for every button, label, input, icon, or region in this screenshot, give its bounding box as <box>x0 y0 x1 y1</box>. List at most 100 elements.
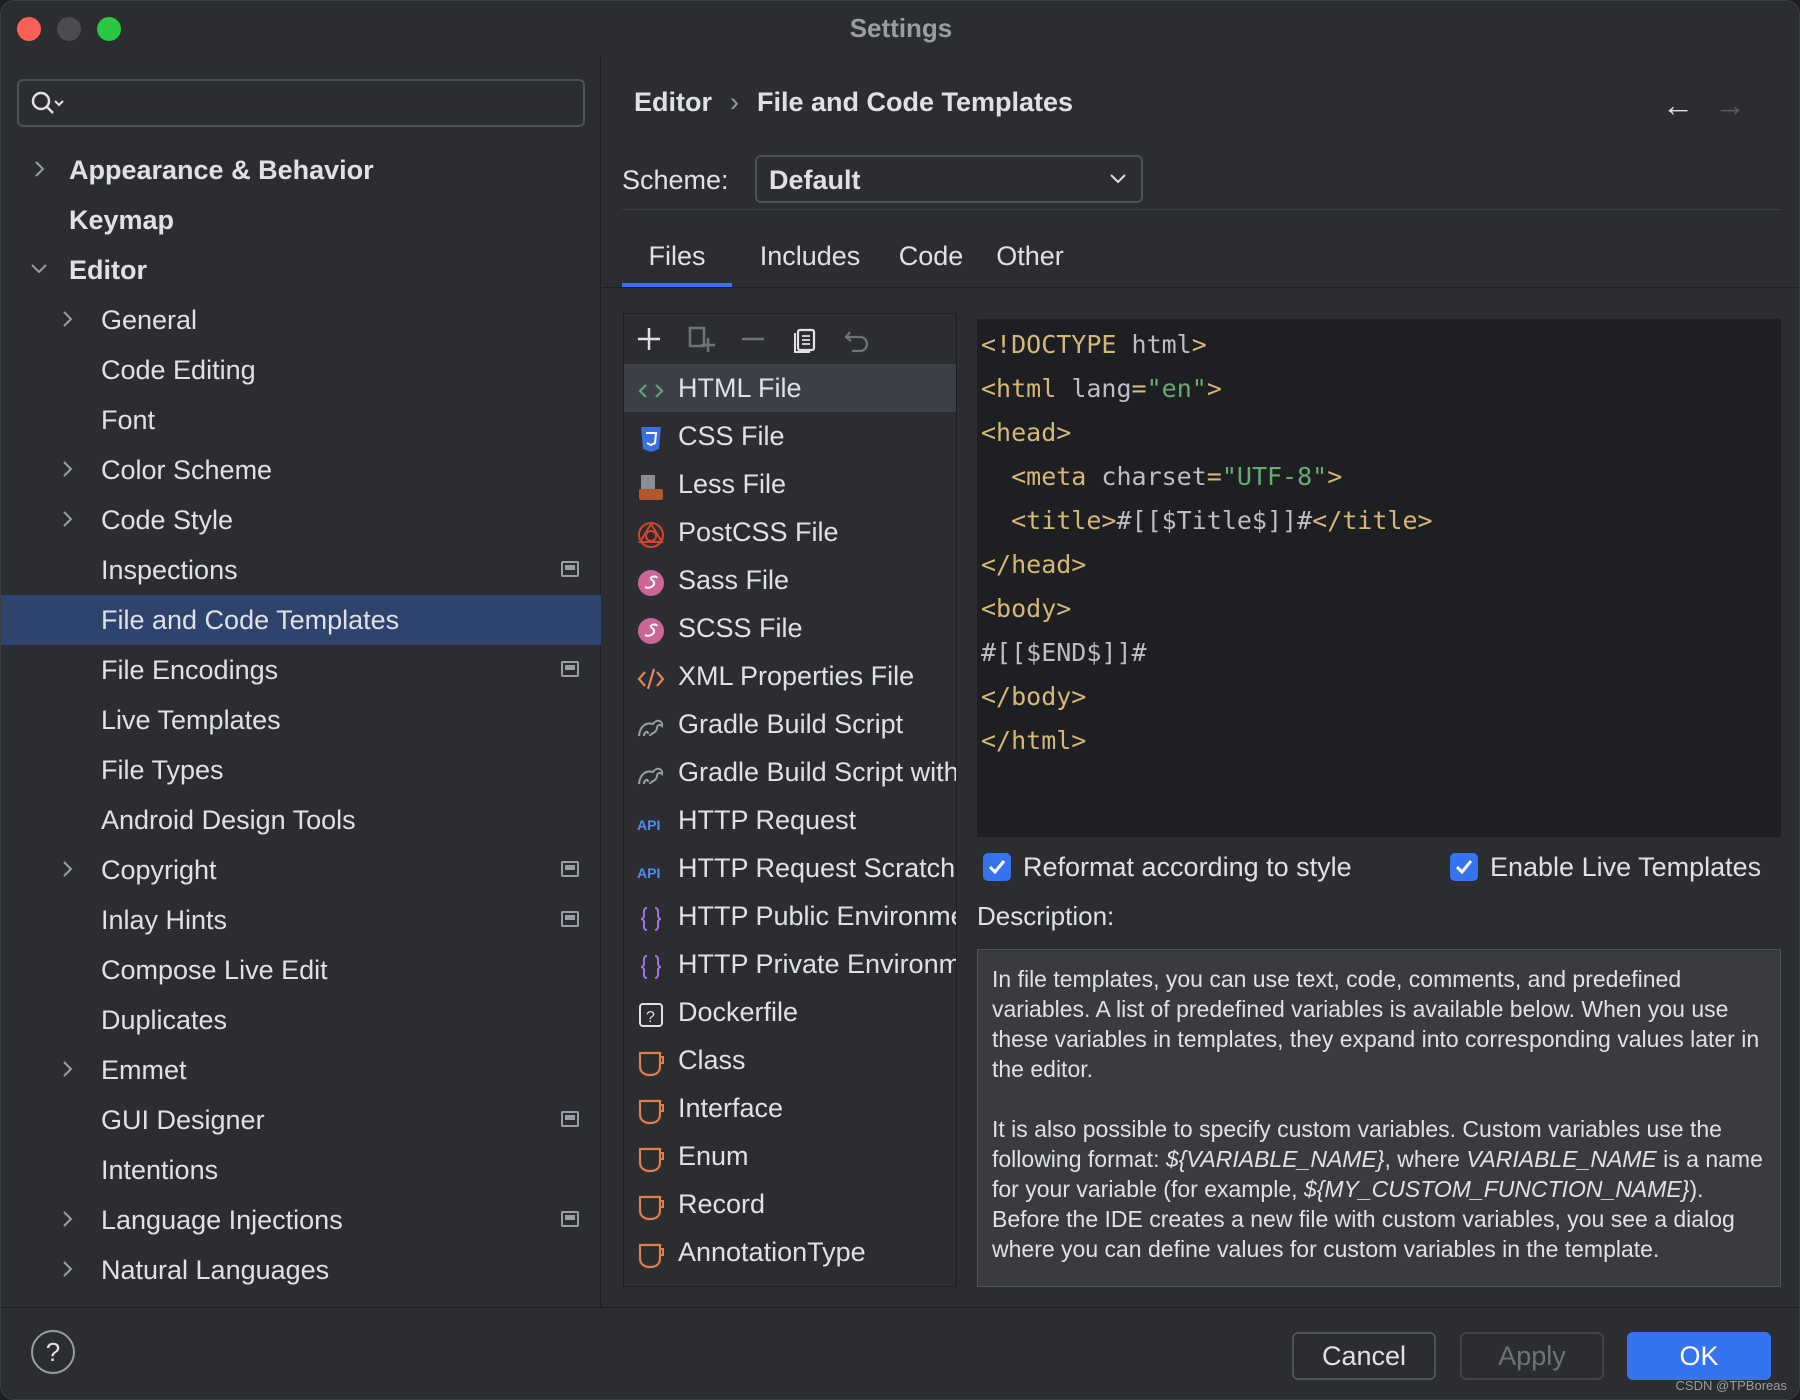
sidebar-item-editor[interactable]: Editor <box>1 245 601 295</box>
chevron-right-icon[interactable] <box>57 495 87 545</box>
template-item-http-request[interactable]: API HTTP Request <box>624 796 956 844</box>
variable-example: ${VARIABLE_NAME} <box>1165 1146 1385 1172</box>
sidebar-item-copyright[interactable]: Copyright <box>1 845 601 895</box>
apply-button[interactable]: Apply <box>1460 1332 1604 1380</box>
code-token: > <box>1191 330 1207 359</box>
template-item-sass-file[interactable]: Sass File <box>624 556 956 604</box>
svg-text:API: API <box>637 817 660 833</box>
template-item-class[interactable]: Class <box>624 1036 956 1084</box>
back-arrow-icon[interactable]: ← <box>1662 87 1694 124</box>
sidebar-item-color-scheme[interactable]: Color Scheme <box>1 445 601 495</box>
ok-button[interactable]: OK <box>1627 1332 1771 1380</box>
svg-text:?: ? <box>646 1009 655 1026</box>
code-token: </body> <box>981 682 1087 711</box>
code-line: <html lang="en"> <box>981 367 1222 411</box>
sidebar-item-intentions[interactable]: Intentions <box>1 1145 601 1195</box>
code-token: </html> <box>981 726 1087 755</box>
template-code-editor[interactable]: <!DOCTYPE html> <html lang="en"> <head> <m… <box>977 319 1781 837</box>
live-templates-label[interactable]: Enable Live Templates <box>1490 847 1761 887</box>
template-item-record[interactable]: Record <box>624 1180 956 1228</box>
scheme-dropdown[interactable]: Default <box>755 155 1143 203</box>
live-templates-checkbox[interactable] <box>1450 853 1478 881</box>
template-item-scss-file[interactable]: SCSS File <box>624 604 956 652</box>
sidebar-item-file-types[interactable]: File Types <box>1 745 601 795</box>
sidebar-item-appearance-behavior[interactable]: Appearance & Behavior <box>1 145 601 195</box>
chevron-right-icon[interactable] <box>57 295 87 345</box>
java-icon <box>636 1237 666 1269</box>
template-item-xml-properties-file[interactable]: XML Properties File <box>624 652 956 700</box>
template-item-postcss-file[interactable]: PostCSS File <box>624 508 956 556</box>
template-item-interface[interactable]: Interface <box>624 1084 956 1132</box>
plus-icon[interactable] <box>634 324 664 354</box>
template-item-http-private-environment[interactable]: HTTP Private Environment <box>624 940 956 988</box>
help-button[interactable]: ? <box>31 1330 75 1374</box>
copy-icon[interactable] <box>790 324 820 354</box>
api-icon: API <box>636 805 666 835</box>
search-input[interactable] <box>17 79 585 127</box>
template-item-annotationtype[interactable]: AnnotationType <box>624 1228 956 1276</box>
code-token: > <box>1206 374 1222 403</box>
sidebar-item-keymap[interactable]: Keymap <box>1 195 601 245</box>
code-line: </head> <box>981 543 1086 587</box>
sidebar-item-file-encodings[interactable]: File Encodings <box>1 645 601 695</box>
sidebar-item-live-templates[interactable]: Live Templates <box>1 695 601 745</box>
chevron-right-icon[interactable] <box>57 1195 87 1245</box>
sidebar-item-code-style[interactable]: Code Style <box>1 495 601 545</box>
template-item-css-file[interactable]: CSS File <box>624 412 956 460</box>
sidebar-item-android-design-tools[interactable]: Android Design Tools <box>1 795 601 845</box>
sidebar-item-font[interactable]: Font <box>1 395 601 445</box>
chevron-right-icon[interactable] <box>57 445 87 495</box>
chevron-right-icon[interactable] <box>57 1045 87 1095</box>
sidebar-item-general[interactable]: General <box>1 295 601 345</box>
reformat-label[interactable]: Reformat according to style <box>1023 847 1352 887</box>
dialog-footer: ? Cancel Apply OK CSDN @TPBoreas <box>1 1307 1799 1399</box>
sidebar-item-label: Code Style <box>101 505 234 535</box>
chevron-right-icon[interactable] <box>57 1245 87 1295</box>
add-child-icon[interactable] <box>686 324 716 354</box>
tab-files[interactable]: Files <box>622 225 732 287</box>
template-name: CSS File <box>678 421 785 451</box>
chevron-down-icon[interactable] <box>29 245 59 295</box>
template-name: HTTP Request <box>678 805 857 835</box>
sidebar-item-natural-languages[interactable]: Natural Languages <box>1 1245 601 1295</box>
sidebar-item-file-and-code-templates[interactable]: File and Code Templates <box>1 595 601 645</box>
template-item-less-file[interactable]: Less File <box>624 460 956 508</box>
sidebar-item-duplicates[interactable]: Duplicates <box>1 995 601 1045</box>
sidebar-item-code-editing[interactable]: Code Editing <box>1 345 601 395</box>
project-settings-icon <box>561 1111 579 1127</box>
project-settings-icon <box>561 661 579 677</box>
template-item-http-request-scratch[interactable]: API HTTP Request Scratch <box>624 844 956 892</box>
forward-arrow-icon[interactable]: → <box>1714 87 1746 124</box>
tab-includes[interactable]: Includes <box>750 225 870 287</box>
template-item-enum[interactable]: Enum <box>624 1132 956 1180</box>
braces-icon <box>636 901 666 931</box>
sidebar-item-inlay-hints[interactable]: Inlay Hints <box>1 895 601 945</box>
tab-code[interactable]: Code <box>890 225 972 287</box>
breadcrumb-editor[interactable]: Editor <box>634 87 712 118</box>
chevron-right-icon[interactable] <box>29 145 59 195</box>
minus-icon[interactable] <box>738 324 768 354</box>
tab-other[interactable]: Other <box>988 225 1072 287</box>
sidebar-item-inspections[interactable]: Inspections <box>1 545 601 595</box>
sidebar-item-label: File Encodings <box>101 655 279 685</box>
code-line: <head> <box>981 411 1071 455</box>
sidebar-item-compose-live-edit[interactable]: Compose Live Edit <box>1 945 601 995</box>
template-item-http-public-environment[interactable]: HTTP Public Environment <box>624 892 956 940</box>
chevron-right-icon[interactable] <box>57 845 87 895</box>
css-icon <box>636 421 666 452</box>
sidebar-item-language-injections[interactable]: Language Injections <box>1 1195 601 1245</box>
sidebar-item-label: Editor <box>69 255 147 285</box>
tabs-divider <box>602 287 1799 288</box>
xml-icon <box>636 661 666 691</box>
template-item-gradle-build-script-with[interactable]: Gradle Build Script with <box>624 748 956 796</box>
cancel-button[interactable]: Cancel <box>1292 1332 1436 1380</box>
template-item-dockerfile[interactable]: ? Dockerfile <box>624 988 956 1036</box>
api-icon: API <box>636 853 666 883</box>
template-item-html-file[interactable]: HTML File <box>624 364 956 412</box>
sidebar-item-label: Intentions <box>101 1155 219 1185</box>
sidebar-item-gui-designer[interactable]: GUI Designer <box>1 1095 601 1145</box>
sidebar-item-emmet[interactable]: Emmet <box>1 1045 601 1095</box>
undo-icon[interactable] <box>842 324 872 354</box>
template-item-gradle-build-script[interactable]: Gradle Build Script <box>624 700 956 748</box>
reformat-checkbox[interactable] <box>983 853 1011 881</box>
